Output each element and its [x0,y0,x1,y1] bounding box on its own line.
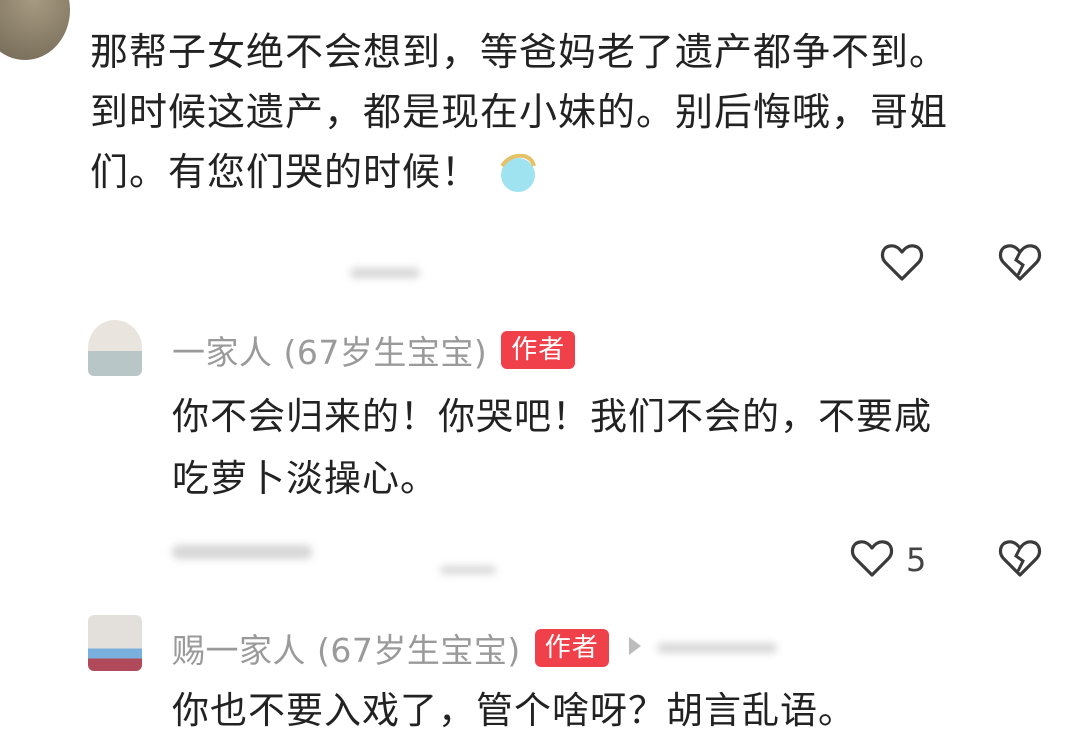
reply-2-body: 你也不要入戏了，管个啥呀？胡言乱语。 [172,689,856,732]
reply-1-line-2: 吃萝卜淡操心。 [172,457,438,500]
reply-2-author[interactable]: 赐一家人 (67岁生宝宝) [172,624,521,672]
author-badge: 作者 [534,629,609,667]
heart-broken-icon[interactable] [996,238,1044,290]
reply-2-header: 赐一家人 (67岁生宝宝) 作者 [172,624,777,672]
comment-line-3: 们。有您们哭的时候！ [90,142,1060,202]
faded-meta-2a [172,545,312,559]
comment-top: 那帮子女绝不会想到，等爸妈老了遗产都争不到。 到时候这遗产，都是现在小妹的。别后… [90,22,1060,202]
faded-meta-1 [350,268,420,278]
heart-broken-icon[interactable] [996,534,1044,586]
reply-1-like[interactable]: 5 [848,534,926,586]
emoji-icon [494,150,538,194]
reply-1-header: 一家人 (67岁生宝宝) 作者 [172,326,576,374]
comment-line-2: 到时候这遗产，都是现在小妹的。别后悔哦，哥姐 [90,90,949,134]
heart-outline-icon[interactable] [878,238,926,290]
reply-1-line-1: 你不会归来的！你哭吧！我们不会的，不要咸 [172,395,932,438]
reply-1-avatar[interactable] [88,320,142,376]
reply-1-body: 你不会归来的！你哭吧！我们不会的，不要咸 吃萝卜淡操心。 [172,386,1052,510]
faded-meta-2b [440,566,496,574]
like-count: 5 [906,541,927,579]
reply-arrow-icon [627,635,643,661]
top-avatar[interactable] [0,0,70,60]
reply-2-avatar[interactable] [88,615,142,671]
comment-line-3-text: 们。有您们哭的时候！ [90,150,481,194]
comment-line-1: 那帮子女绝不会想到，等爸妈老了遗产都争不到。 [90,30,949,74]
faded-reply-target [656,643,777,653]
author-badge: 作者 [501,331,576,369]
reply-1-author[interactable]: 一家人 (67岁生宝宝) [172,326,487,374]
heart-outline-icon [848,534,896,586]
